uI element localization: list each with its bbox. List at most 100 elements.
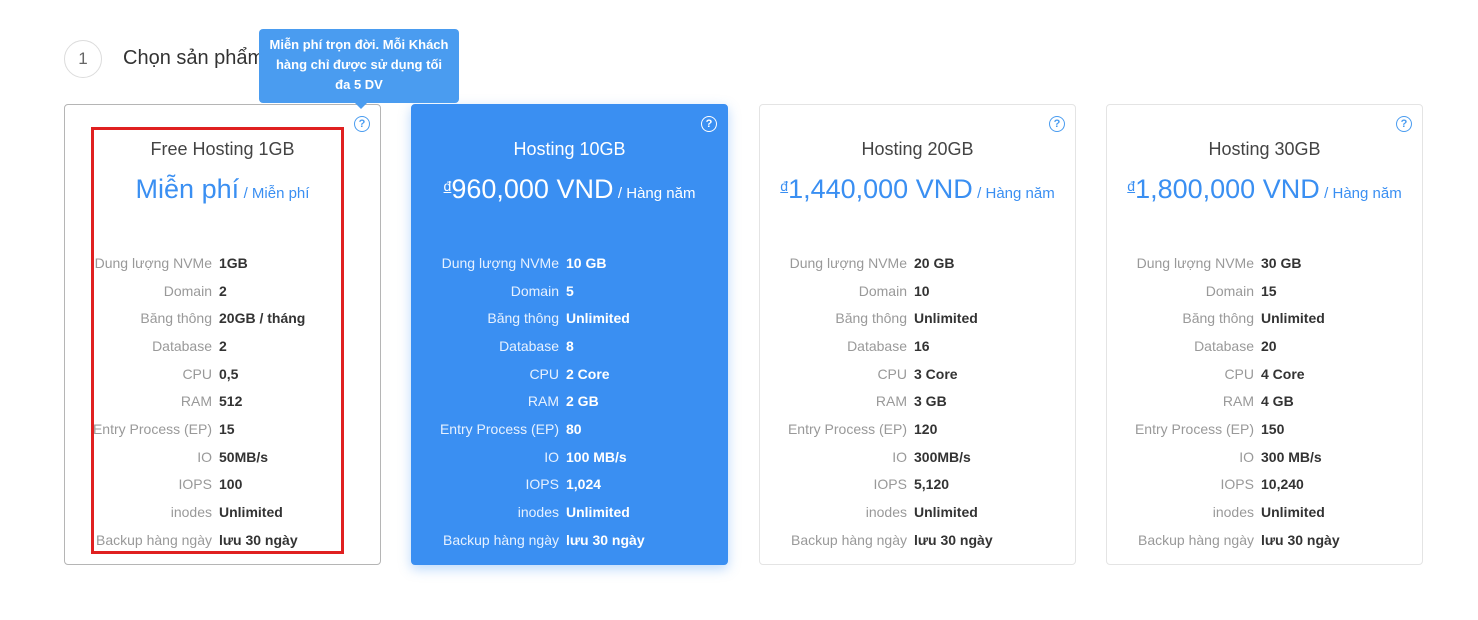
plan-price: 960,000 VND — [451, 174, 614, 204]
spec-row: Database 16 — [760, 332, 1075, 360]
spec-label: Băng thông — [1182, 310, 1254, 327]
plan-price: 1,440,000 VND — [788, 174, 973, 204]
spec-row: RAM 4 GB — [1107, 387, 1422, 415]
spec-row: Backup hàng ngày lưu 30 ngày — [1107, 526, 1422, 554]
spec-row: Database 20 — [1107, 332, 1422, 360]
spec-value: lưu 30 ngày — [1261, 531, 1340, 548]
spec-label: Băng thông — [487, 310, 559, 327]
plan-card-hosting-10gb[interactable]: ? Hosting 10GB đ960,000 VND / Hàng năm D… — [411, 104, 728, 565]
spec-label: Domain — [1205, 282, 1254, 299]
help-icon[interactable]: ? — [1049, 116, 1065, 132]
plan-price-line: đ1,440,000 VND / Hàng năm — [760, 174, 1075, 205]
spec-row: Domain 5 — [412, 277, 727, 305]
spec-value: 8 — [566, 337, 574, 354]
spec-label: Entry Process (EP) — [439, 420, 559, 437]
spec-label: Dung lượng NVMe — [441, 254, 559, 271]
spec-label: Backup hàng ngày — [1138, 531, 1254, 548]
spec-row: IO 300 MB/s — [1107, 443, 1422, 471]
spec-row: inodes Unlimited — [1107, 498, 1422, 526]
spec-label: Dung lượng NVMe — [1136, 254, 1254, 271]
currency-symbol: đ — [780, 178, 789, 194]
spec-value: 16 — [914, 337, 930, 354]
help-icon[interactable]: ? — [354, 116, 370, 132]
spec-row: inodes Unlimited — [760, 498, 1075, 526]
spec-row: IO 300MB/s — [760, 443, 1075, 471]
spec-label: Băng thông — [835, 310, 907, 327]
spec-value: 10 — [914, 282, 930, 299]
spec-row: IOPS 1,024 — [412, 471, 727, 499]
spec-value: lưu 30 ngày — [566, 531, 645, 548]
spec-value: Unlimited — [914, 310, 978, 327]
spec-label: CPU — [877, 365, 907, 382]
spec-label: RAM — [875, 393, 907, 410]
spec-label: IO — [1239, 448, 1254, 465]
plan-card-hosting-20gb[interactable]: ? Hosting 20GB đ1,440,000 VND / Hàng năm… — [759, 104, 1076, 565]
spec-label: Backup hàng ngày — [443, 531, 559, 548]
spec-value: Unlimited — [1261, 504, 1325, 521]
spec-value: 120 — [914, 420, 938, 437]
spec-label: inodes — [1212, 504, 1254, 521]
spec-row: Băng thông Unlimited — [1107, 304, 1422, 332]
spec-value: 3 GB — [914, 393, 947, 410]
spec-row: Dung lượng NVMe 20 GB — [760, 249, 1075, 277]
plan-name: Hosting 10GB — [513, 139, 626, 159]
spec-row: CPU 2 Core — [412, 360, 727, 388]
spec-row: Entry Process (EP) 150 — [1107, 415, 1422, 443]
spec-value: 300 MB/s — [1261, 448, 1322, 465]
spec-value: 15 — [1261, 282, 1277, 299]
spec-label: IO — [544, 448, 559, 465]
plan-card-hosting-30gb[interactable]: ? Hosting 30GB đ1,800,000 VND / Hàng năm… — [1106, 104, 1423, 565]
free-plan-tooltip: Miễn phí trọn đời. Mỗi Khách hàng chỉ đư… — [259, 29, 459, 109]
spec-row: Domain 10 — [760, 277, 1075, 305]
spec-label: IOPS — [525, 476, 559, 493]
spec-row: Dung lượng NVMe 30 GB — [1107, 249, 1422, 277]
spec-row: Dung lượng NVMe 10 GB — [412, 249, 727, 277]
spec-row: RAM 3 GB — [760, 387, 1075, 415]
spec-row: RAM 2 GB — [412, 387, 727, 415]
plan-period: / Hàng năm — [617, 185, 696, 202]
spec-label: Domain — [510, 282, 559, 299]
plan-period: / Hàng năm — [977, 185, 1055, 202]
plan-price-line: đ1,800,000 VND / Hàng năm — [1107, 174, 1422, 205]
spec-label: Domain — [858, 282, 907, 299]
spec-value: 5 — [566, 282, 574, 299]
spec-value: 20 — [1261, 337, 1277, 354]
spec-row: Database 8 — [412, 332, 727, 360]
spec-value: 5,120 — [914, 476, 950, 493]
spec-value: 30 GB — [1261, 254, 1302, 271]
spec-value: 3 Core — [914, 365, 958, 382]
spec-label: RAM — [1222, 393, 1254, 410]
spec-value: 4 Core — [1261, 365, 1305, 382]
plan-price: 1,800,000 VND — [1135, 174, 1320, 204]
help-icon[interactable]: ? — [701, 116, 717, 132]
highlight-annotation-box — [91, 127, 344, 554]
spec-row: CPU 4 Core — [1107, 360, 1422, 388]
plan-specs: Dung lượng NVMe 20 GB Domain 10 Băng thông… — [760, 249, 1075, 554]
spec-row: IO 100 MB/s — [412, 443, 727, 471]
spec-row: Backup hàng ngày lưu 30 ngày — [760, 526, 1075, 554]
spec-label: Database — [499, 337, 559, 354]
spec-label: Database — [1194, 337, 1254, 354]
spec-row: Băng thông Unlimited — [760, 304, 1075, 332]
spec-value: Unlimited — [1261, 310, 1325, 327]
spec-value: Unlimited — [566, 504, 630, 521]
help-icon[interactable]: ? — [1396, 116, 1412, 132]
spec-value: 150 — [1261, 420, 1285, 437]
plan-period: / Hàng năm — [1324, 185, 1402, 202]
spec-value: 10 GB — [566, 254, 607, 271]
spec-row: Băng thông Unlimited — [412, 304, 727, 332]
spec-value: 10,240 — [1261, 476, 1304, 493]
spec-row: CPU 3 Core — [760, 360, 1075, 388]
step-title: Chọn sản phẩm — [123, 47, 265, 69]
spec-row: inodes Unlimited — [412, 498, 727, 526]
spec-label: Entry Process (EP) — [787, 420, 907, 437]
spec-row: IOPS 10,240 — [1107, 471, 1422, 499]
spec-value: Unlimited — [566, 310, 630, 327]
plan-price-line: đ960,000 VND / Hàng năm — [412, 174, 727, 205]
spec-value: 300MB/s — [914, 448, 971, 465]
currency-symbol: đ — [1127, 178, 1136, 194]
spec-label: Dung lượng NVMe — [789, 254, 907, 271]
spec-label: IOPS — [1220, 476, 1254, 493]
spec-value: 100 MB/s — [566, 448, 627, 465]
currency-symbol: đ — [443, 178, 452, 194]
